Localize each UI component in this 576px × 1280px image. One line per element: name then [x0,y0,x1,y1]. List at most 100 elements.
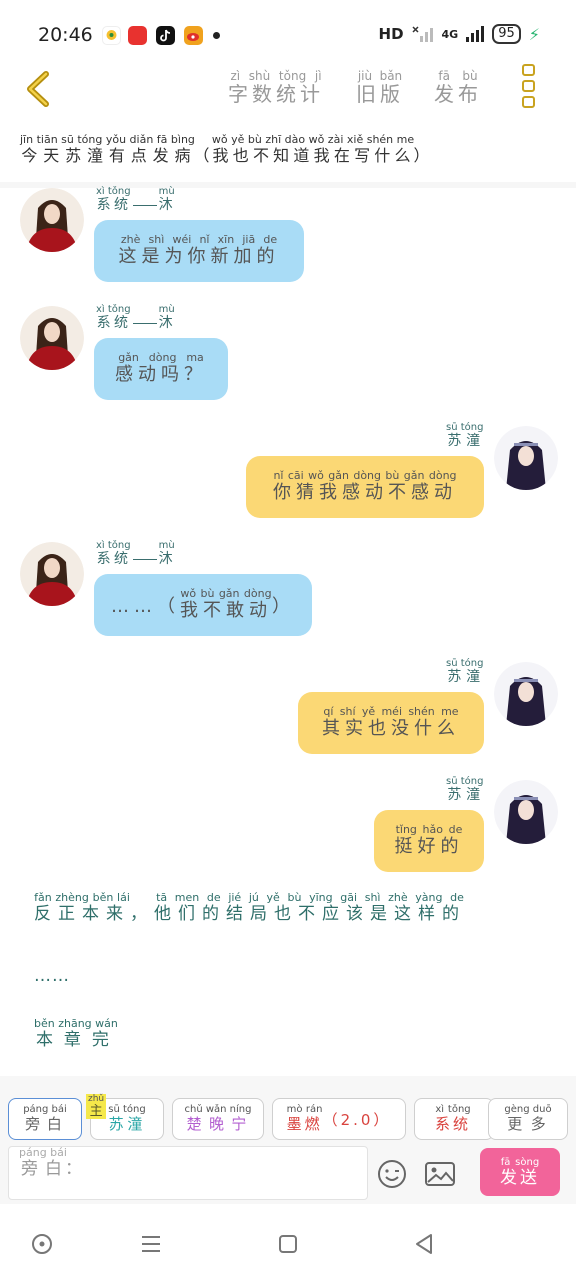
main-role-tag: 主zhǔ [86,1094,107,1119]
role-chip-narrator[interactable]: 旁白páng bái [8,1098,82,1140]
role-label: 苏潼 [108,1115,146,1133]
emoji-icon[interactable] [376,1158,408,1190]
top-bar: 字数统计zì shù tǒng jì 旧版jiù bǎn 发布fā bù [0,64,576,124]
narration-comma: ， [130,904,154,924]
speaker-system-a: 系统 [96,315,131,331]
battery-indicator: 95 [492,24,521,44]
message-suffix: ） [272,596,295,617]
narration-line[interactable]: 反正本来fǎn zhèng běn lái，他们的结局也不应该是这样的tā me… [34,891,466,924]
send-button[interactable]: 发送fā sòng [480,1148,560,1196]
message-bubble[interactable]: ……（ 我不敢动wǒ bù gǎn dòng） [94,574,312,636]
speaker-system-a-pinyin: xì tǒng [96,186,131,197]
message-text: 你猜我感动不感动 [273,482,457,503]
role-chip-system[interactable]: 系统xì tǒng [414,1098,494,1140]
speaker-system-b-pinyin: mù [158,186,175,197]
speaker-sutong-pinyin: sū tóng [446,658,484,669]
speaker-system-a: 系统 [96,551,131,567]
hd-indicator: HD [378,25,404,43]
chapter-end[interactable]: 本章完běn zhāng wán [34,1017,118,1050]
signal-off-icon [412,26,433,42]
speaker-name-system: 系统xì tǒng 沐mù [96,304,175,332]
title-aside-pinyin: wǒ yě bù zhī dào wǒ zài xiě shén me [211,133,415,146]
speaker-sutong: 苏潼 [446,787,484,803]
speaker-separator [132,322,157,324]
role-suffix: （2.0） [322,1110,392,1129]
publish-label: 发布 [434,82,482,106]
more-pinyin: gèng duō [504,1104,552,1115]
role-label: 旁白 [23,1115,67,1133]
old-version-button[interactable]: 旧版jiù bǎn [356,69,404,107]
speaker-separator [132,558,157,560]
word-count-pinyin: zì shù tǒng jì [228,69,324,83]
chapter-end-pinyin: běn zhāng wán [34,1017,118,1030]
avatar-sutong[interactable] [494,662,558,726]
menu-icon[interactable] [139,1232,163,1256]
more-roles-button[interactable]: 更多gèng duō [488,1098,568,1140]
message-bubble[interactable]: 感动吗？gǎn dòng ma [94,338,228,400]
speaker-system-b: 沐 [158,197,175,213]
publish-button[interactable]: 发布fā bù [434,69,482,107]
image-icon[interactable] [424,1160,456,1188]
word-count-label: 字数统计 [228,82,324,106]
speaker-name-system: 系统xì tǒng 沐mù [96,540,175,568]
signal-icon [466,26,485,42]
more-label: 更多 [504,1115,552,1133]
weibo-icon [184,26,203,45]
message-text: 感动吗？ [115,364,207,385]
speaker-system-a-pinyin: xì tǒng [96,304,131,315]
word-count-button[interactable]: 字数统计zì shù tǒng jì [228,69,324,107]
role-pinyin: chǔ wǎn níng [184,1104,252,1115]
message-pinyin: qí shí yě méi shén me [322,705,460,718]
input-role-label: 旁白 [19,1159,67,1179]
home-circle-icon[interactable] [30,1232,54,1256]
speaker-sutong: 苏潼 [446,433,484,449]
status-time: 20:46 [38,24,93,46]
more-dots-icon[interactable] [522,64,538,108]
speaker-system-a: 系统 [96,197,131,213]
message-bubble[interactable]: 挺好的tǐng hǎo de [374,810,484,872]
avatar-system[interactable] [20,188,84,252]
message-pinyin: gǎn dòng ma [115,351,207,364]
narration-text: 他们的结局也不应该是这样的 [154,904,466,924]
narration-ellipsis[interactable]: …… [34,966,70,986]
status-indicators: HD 4G 95 ⚡ [379,24,540,44]
back-button[interactable] [20,68,60,112]
message-text: 其实也没什么 [322,718,460,739]
network-type: 4G [441,27,459,41]
old-version-label: 旧版 [356,82,404,106]
message-bubble[interactable]: 你猜我感动不感动nǐ cāi wǒ gǎn dòng bù gǎn dòng [246,456,484,518]
back-triangle-icon[interactable] [412,1232,436,1256]
message-bubble[interactable]: 其实也没什么qí shí yě méi shén me [298,692,484,754]
tiktok-icon [156,26,175,45]
role-chip-moran[interactable]: 墨燃mò rán （2.0） [272,1098,406,1140]
avatar-system[interactable] [20,542,84,606]
message-bubble[interactable]: 这是为你新加的zhè shì wéi nǐ xīn jiā de [94,220,304,282]
avatar-sutong[interactable] [494,426,558,490]
speaker-system-b-pinyin: mù [158,304,175,315]
speaker-sutong-pinyin: sū tóng [446,422,484,433]
title-main-pinyin: jīn tiān sū tóng yǒu diǎn fā bìng [20,133,195,146]
message-text: 挺好的 [394,836,464,857]
message-input[interactable]: 旁白páng bái： [8,1146,368,1200]
title-paren-open: （ [193,146,213,165]
back-chevron-icon [27,71,49,107]
notification-app-icon [128,26,147,45]
message-pinyin: nǐ cāi wǒ gǎn dòng bù gǎn dòng [273,469,457,482]
narration-text: 反正本来 [34,904,130,924]
speaker-separator [132,204,157,206]
message-pinyin: zhè shì wéi nǐ xīn jiā de [118,233,280,246]
status-bar: 20:46 HD 4G 95 ⚡ [0,0,576,64]
role-label: 墨燃 [286,1115,323,1133]
chapter-end-text: 本章完 [34,1030,118,1050]
role-pinyin: sū tóng [108,1104,146,1115]
role-pinyin: páng bái [23,1104,67,1115]
avatar-sutong[interactable] [494,780,558,844]
square-icon[interactable] [276,1232,300,1256]
speaker-system-b: 沐 [158,315,175,331]
input-role-pinyin: páng bái [19,1146,67,1159]
role-chip-chuwanning[interactable]: 楚晚宁chǔ wǎn níng [172,1098,264,1140]
avatar-system[interactable] [20,306,84,370]
send-pinyin: fā sòng [500,1156,540,1168]
system-nav-bar [0,1204,576,1280]
old-version-pinyin: jiù bǎn [356,69,404,83]
